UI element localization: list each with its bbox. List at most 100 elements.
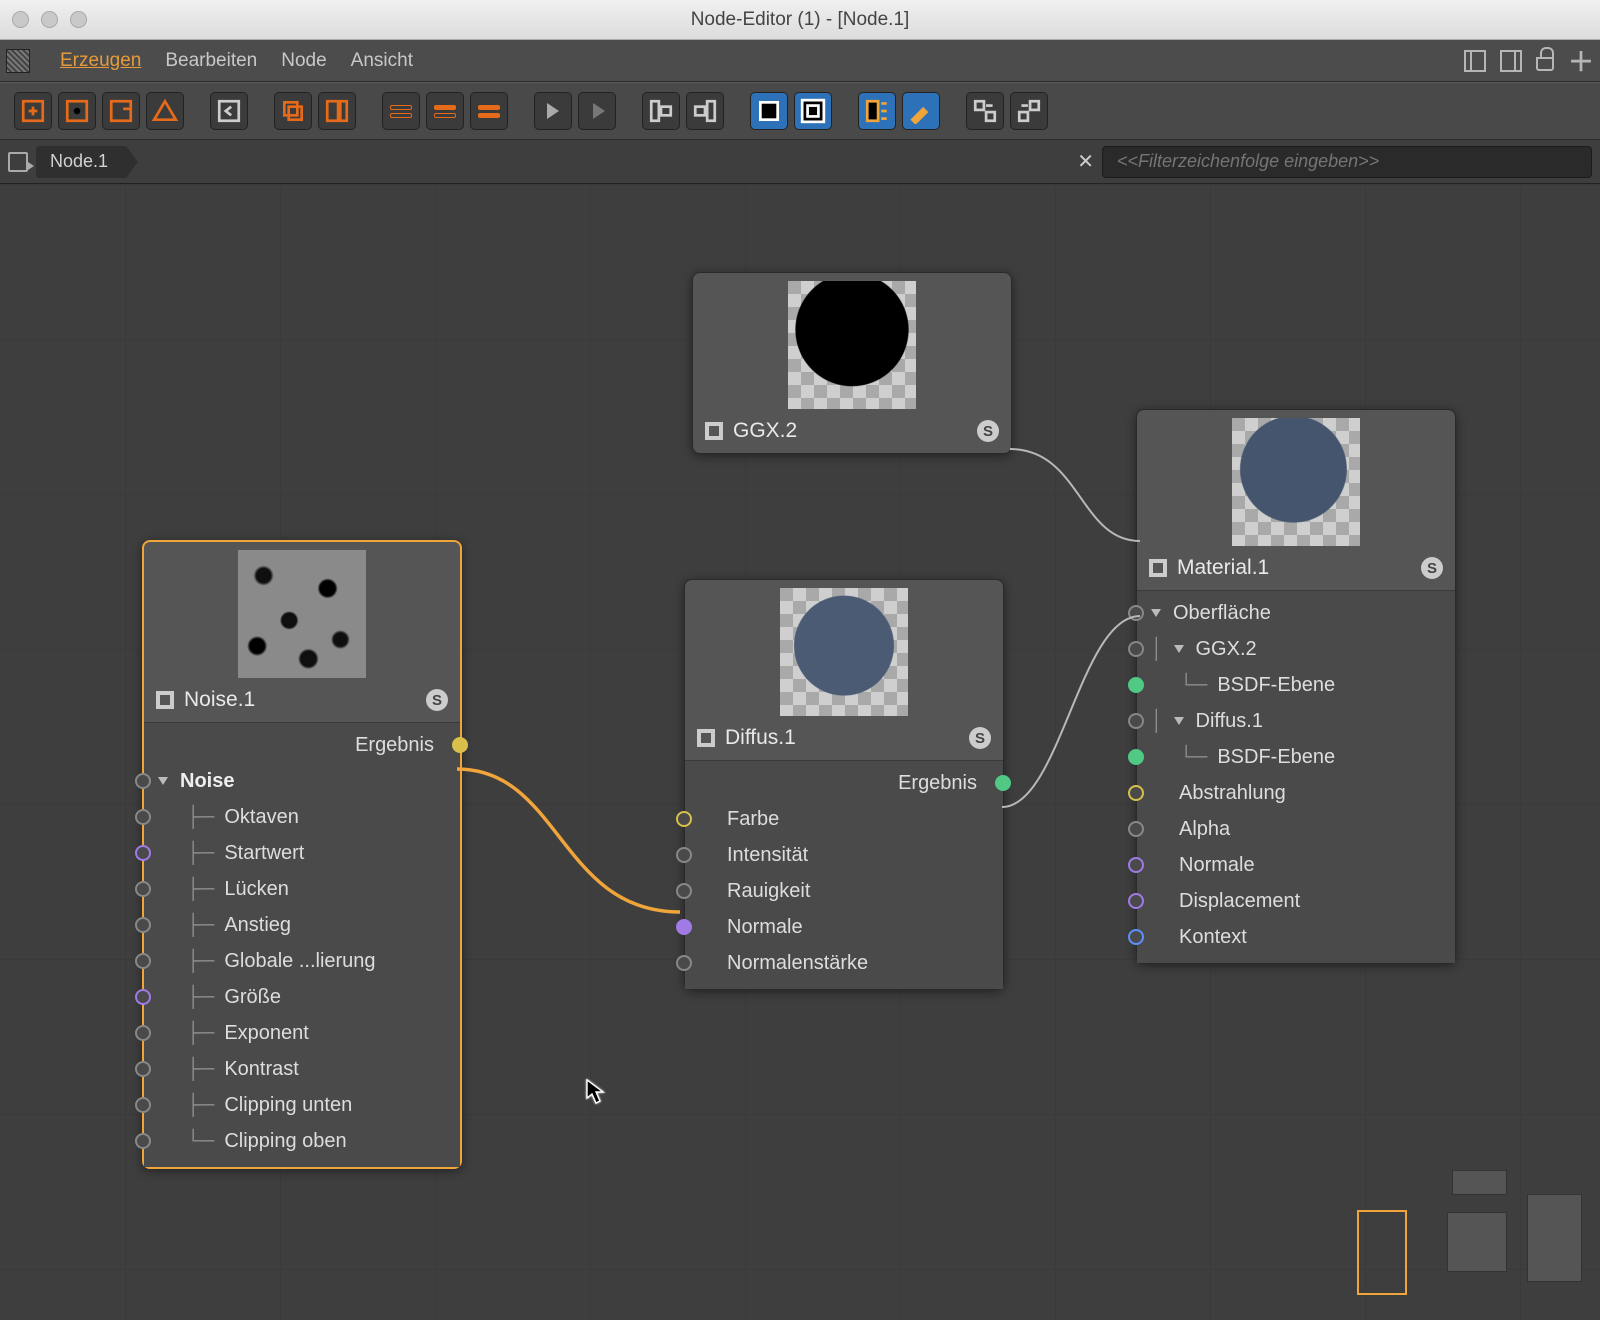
node-noise1[interactable]: Noise.1 S Ergebnis Noise ├─Oktaven ├─Sta… (142, 540, 462, 1169)
port[interactable] (676, 883, 692, 899)
material-bsdf1[interactable]: └─ BSDF-Ebene (1137, 667, 1455, 703)
lock-icon[interactable] (1536, 57, 1554, 71)
diffus-in-rauigkeit[interactable]: Rauigkeit (685, 873, 1003, 909)
noise-param-clipping-oben[interactable]: └─Clipping oben (144, 1123, 460, 1159)
menu-ansicht[interactable]: Ansicht (351, 50, 413, 72)
port[interactable] (135, 989, 151, 1005)
port[interactable] (1128, 605, 1144, 621)
port[interactable] (1128, 785, 1144, 801)
layout-b-icon[interactable] (1500, 50, 1522, 72)
s-badge-icon[interactable]: S (977, 420, 999, 442)
port[interactable] (135, 1061, 151, 1077)
node-diffus1[interactable]: Diffus.1 S Ergebnis Farbe Intensität Rau… (684, 579, 1004, 990)
port[interactable] (135, 881, 151, 897)
noise-param-luecken[interactable]: ├─Lücken (144, 871, 460, 907)
menu-bearbeiten[interactable]: Bearbeiten (165, 50, 257, 72)
picker-toggle[interactable] (902, 92, 940, 130)
material-group-oberflaeche[interactable]: Oberfläche (1137, 595, 1455, 631)
port[interactable] (1128, 677, 1144, 693)
port[interactable] (1128, 893, 1144, 909)
port[interactable] (1128, 857, 1144, 873)
noise-param-kontrast[interactable]: ├─Kontrast (144, 1051, 460, 1087)
material-in-abstrahlung[interactable]: Abstrahlung (1137, 775, 1455, 811)
align-r[interactable] (686, 92, 724, 130)
port[interactable] (1128, 713, 1144, 729)
node-canvas[interactable]: GGX.2 S Noise.1 S Ergebnis Noise ├─Oktav… (0, 184, 1600, 1320)
port[interactable] (1128, 821, 1144, 837)
menu-erzeugen[interactable]: Erzeugen (60, 50, 141, 72)
tool-warn[interactable] (146, 92, 184, 130)
diffus-in-normale[interactable]: Normale (685, 909, 1003, 945)
diffus-in-farbe[interactable]: Farbe (685, 801, 1003, 837)
swap-l[interactable] (966, 92, 1004, 130)
material-in-normale[interactable]: Normale (1137, 847, 1455, 883)
play-2[interactable] (578, 92, 616, 130)
port[interactable] (135, 1133, 151, 1149)
material-in-alpha[interactable]: Alpha (1137, 811, 1455, 847)
s-badge-icon[interactable]: S (426, 689, 448, 711)
port[interactable] (135, 1097, 151, 1113)
material-in-kontext[interactable]: Kontext (1137, 919, 1455, 955)
port[interactable] (676, 811, 692, 827)
material-in-displacement[interactable]: Displacement (1137, 883, 1455, 919)
port[interactable] (135, 845, 151, 861)
noise-param-clipping-unten[interactable]: ├─Clipping unten (144, 1087, 460, 1123)
layout-a-icon[interactable] (1464, 50, 1486, 72)
s-badge-icon[interactable]: S (969, 727, 991, 749)
port[interactable] (1128, 929, 1144, 945)
tool-group[interactable] (58, 92, 96, 130)
layout-h2[interactable] (426, 92, 464, 130)
align-l[interactable] (642, 92, 680, 130)
noise-output-row[interactable]: Ergebnis (144, 727, 460, 763)
node-noise1-title: Noise.1 (184, 688, 255, 712)
noise-param-startwert[interactable]: ├─Startwert (144, 835, 460, 871)
noise-param-exponent[interactable]: ├─Exponent (144, 1015, 460, 1051)
diffus-in-normalenstaerke[interactable]: Normalenstärke (685, 945, 1003, 981)
material-diffus[interactable]: │ Diffus.1 (1137, 703, 1455, 739)
tool-back[interactable] (210, 92, 248, 130)
port[interactable] (676, 847, 692, 863)
menu-node[interactable]: Node (281, 50, 326, 72)
plus-icon[interactable]: ＋ (1568, 42, 1594, 79)
layout-h3[interactable] (470, 92, 508, 130)
play-1[interactable] (534, 92, 572, 130)
tool-ungroup[interactable] (102, 92, 140, 130)
breadcrumb[interactable]: Node.1 (36, 146, 126, 178)
frame-sel[interactable] (750, 92, 788, 130)
noise-param-oktaven[interactable]: ├─Oktaven (144, 799, 460, 835)
tool-copy[interactable] (274, 92, 312, 130)
port[interactable] (676, 955, 692, 971)
filter-input[interactable] (1102, 146, 1592, 178)
inputs-toggle[interactable] (858, 92, 896, 130)
noise-group[interactable]: Noise (144, 763, 460, 799)
hatch-icon[interactable] (6, 49, 30, 73)
frame-all[interactable] (794, 92, 832, 130)
tool-cut[interactable] (318, 92, 356, 130)
port-group[interactable] (135, 773, 151, 789)
port-out-ergebnis[interactable] (452, 737, 468, 753)
port[interactable] (135, 917, 151, 933)
port[interactable] (1128, 749, 1144, 765)
diffus-output-row[interactable]: Ergebnis (685, 765, 1003, 801)
port[interactable] (135, 1025, 151, 1041)
noise-param-groesse[interactable]: ├─Größe (144, 979, 460, 1015)
material-ggx[interactable]: │ GGX.2 (1137, 631, 1455, 667)
minimap[interactable] (1342, 1162, 1582, 1302)
port[interactable] (135, 953, 151, 969)
layout-h1[interactable] (382, 92, 420, 130)
node-material1[interactable]: Material.1 S Oberfläche │ GGX.2 └─ BSDF-… (1136, 409, 1456, 964)
diffus-in-intensitaet[interactable]: Intensität (685, 837, 1003, 873)
port[interactable] (676, 919, 692, 935)
material-bsdf2[interactable]: └─ BSDF-Ebene (1137, 739, 1455, 775)
port[interactable] (1128, 641, 1144, 657)
filter-clear-icon[interactable]: ✕ (1077, 149, 1094, 174)
tool-new-node[interactable] (14, 92, 52, 130)
s-badge-icon[interactable]: S (1421, 557, 1443, 579)
port[interactable] (135, 809, 151, 825)
crumb-root-icon[interactable] (8, 152, 28, 172)
port-out-ergebnis[interactable] (995, 775, 1011, 791)
swap-r[interactable] (1010, 92, 1048, 130)
node-ggx2[interactable]: GGX.2 S (692, 272, 1012, 454)
noise-param-globalelierung[interactable]: ├─Globale ...lierung (144, 943, 460, 979)
noise-param-anstieg[interactable]: ├─Anstieg (144, 907, 460, 943)
